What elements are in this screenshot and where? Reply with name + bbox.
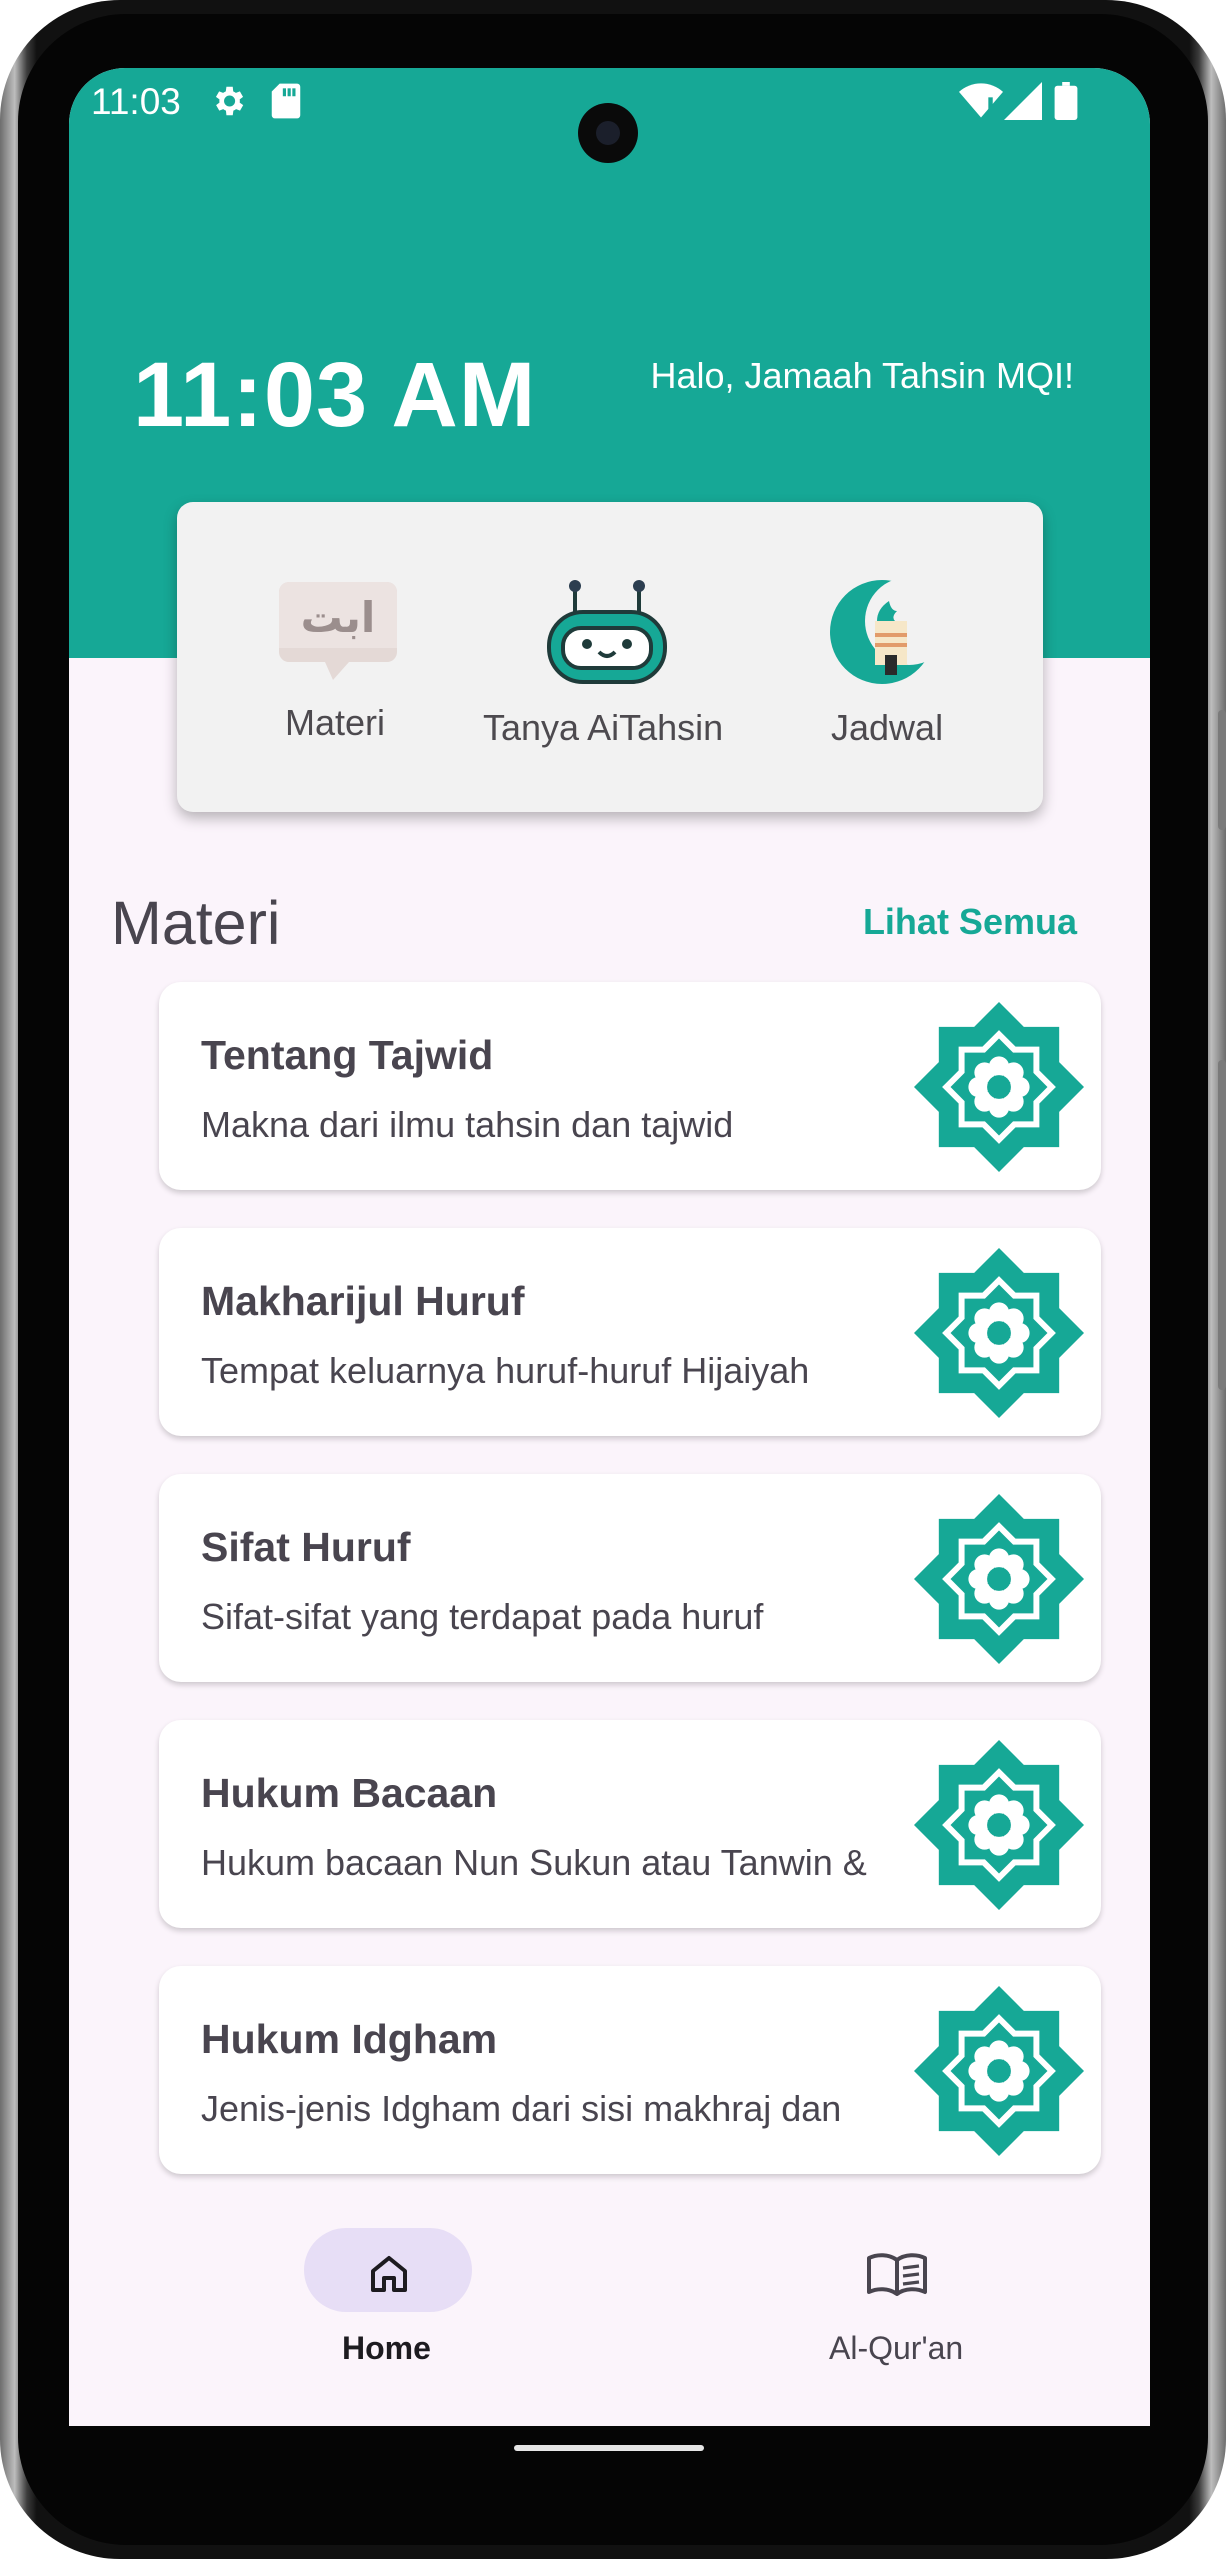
card-title: Makharijul Huruf	[201, 1278, 525, 1324]
islamic-star-icon	[914, 1494, 1084, 1664]
nav-item-al-quran[interactable]: Al-Qur'an	[769, 2218, 1029, 2398]
home-icon	[371, 2256, 407, 2292]
quick-menu-card: ابت Materi Tanya AiTahsin Jadwal	[177, 502, 1043, 812]
menu-item-jadwal[interactable]: Jadwal	[797, 502, 977, 812]
card-title: Sifat Huruf	[201, 1524, 411, 1570]
sd-card-icon	[271, 83, 301, 119]
materi-card-sifat-huruf[interactable]: Sifat Huruf Sifat-sifat yang terdapat pa…	[159, 1474, 1101, 1682]
wifi-icon	[959, 83, 1003, 118]
volume-button	[1218, 710, 1226, 830]
card-description: Hukum bacaan Nun Sukun atau Tanwin &	[201, 1842, 867, 1883]
menu-label-tanya-aitahsin: Tanya AiTahsin	[483, 707, 724, 748]
menu-label-jadwal: Jadwal	[831, 707, 944, 748]
card-title: Hukum Bacaan	[201, 1770, 498, 1816]
greeting-text: Halo, Jamaah Tahsin MQI!	[650, 355, 1074, 396]
menu-item-tanya-aitahsin[interactable]: Tanya AiTahsin	[477, 502, 737, 812]
power-button	[1218, 1060, 1226, 1390]
materi-card-tentang-tajwid[interactable]: Tentang Tajwid Makna dari ilmu tahsin da…	[159, 982, 1101, 1190]
front-camera	[578, 103, 638, 163]
islamic-star-icon	[914, 1986, 1084, 2156]
card-description: Sifat-sifat yang terdapat pada huruf	[201, 1596, 764, 1637]
app-screen: 11:03 11:03 AM Halo, Jamaah Tahsin MQI!	[69, 68, 1150, 2426]
nav-label-al-quran: Al-Qur'an	[829, 2330, 964, 2366]
signal-icon	[1004, 82, 1042, 120]
islamic-star-icon	[914, 1002, 1084, 1172]
materi-card-hukum-idgham[interactable]: Hukum Idgham Jenis-jenis Idgham dari sis…	[159, 1966, 1101, 2174]
card-description: Tempat keluarnya huruf-huruf Hijaiyah	[201, 1350, 810, 1391]
battery-icon	[1054, 82, 1078, 120]
card-description: Jenis-jenis Idgham dari sisi makhraj dan	[201, 2088, 842, 2129]
materi-section-title: Materi	[111, 889, 281, 957]
arabic-glyph: ابت	[301, 593, 376, 642]
book-icon	[867, 2253, 927, 2296]
card-title: Hukum Idgham	[201, 2016, 498, 2062]
clock-display: 11:03 AM	[133, 344, 537, 446]
crescent-mosque-icon	[830, 577, 947, 684]
bottom-navigation: Home Al-Qur'an	[69, 2188, 1150, 2426]
materi-card-hukum-bacaan[interactable]: Hukum Bacaan Hukum bacaan Nun Sukun atau…	[159, 1720, 1101, 1928]
nav-item-home[interactable]: Home	[269, 2218, 509, 2398]
see-all-link[interactable]: Lihat Semua	[863, 901, 1077, 943]
gesture-home-bar[interactable]	[514, 2445, 704, 2451]
card-description: Makna dari ilmu tahsin dan tajwid	[201, 1104, 734, 1145]
nav-label-home: Home	[342, 2330, 431, 2366]
islamic-star-icon	[914, 1248, 1084, 1418]
card-title: Tentang Tajwid	[201, 1032, 494, 1078]
materi-card-makharijul-huruf[interactable]: Makharijul Huruf Tempat keluarnya huruf-…	[159, 1228, 1101, 1436]
menu-item-materi[interactable]: ابت Materi	[257, 502, 417, 812]
gear-icon	[215, 86, 244, 116]
robot-icon	[547, 580, 667, 684]
menu-label-materi: Materi	[285, 702, 386, 743]
islamic-star-icon	[914, 1740, 1084, 1910]
arabic-letters-bubble-icon: ابت	[279, 582, 397, 680]
status-time: 11:03	[91, 81, 181, 122]
